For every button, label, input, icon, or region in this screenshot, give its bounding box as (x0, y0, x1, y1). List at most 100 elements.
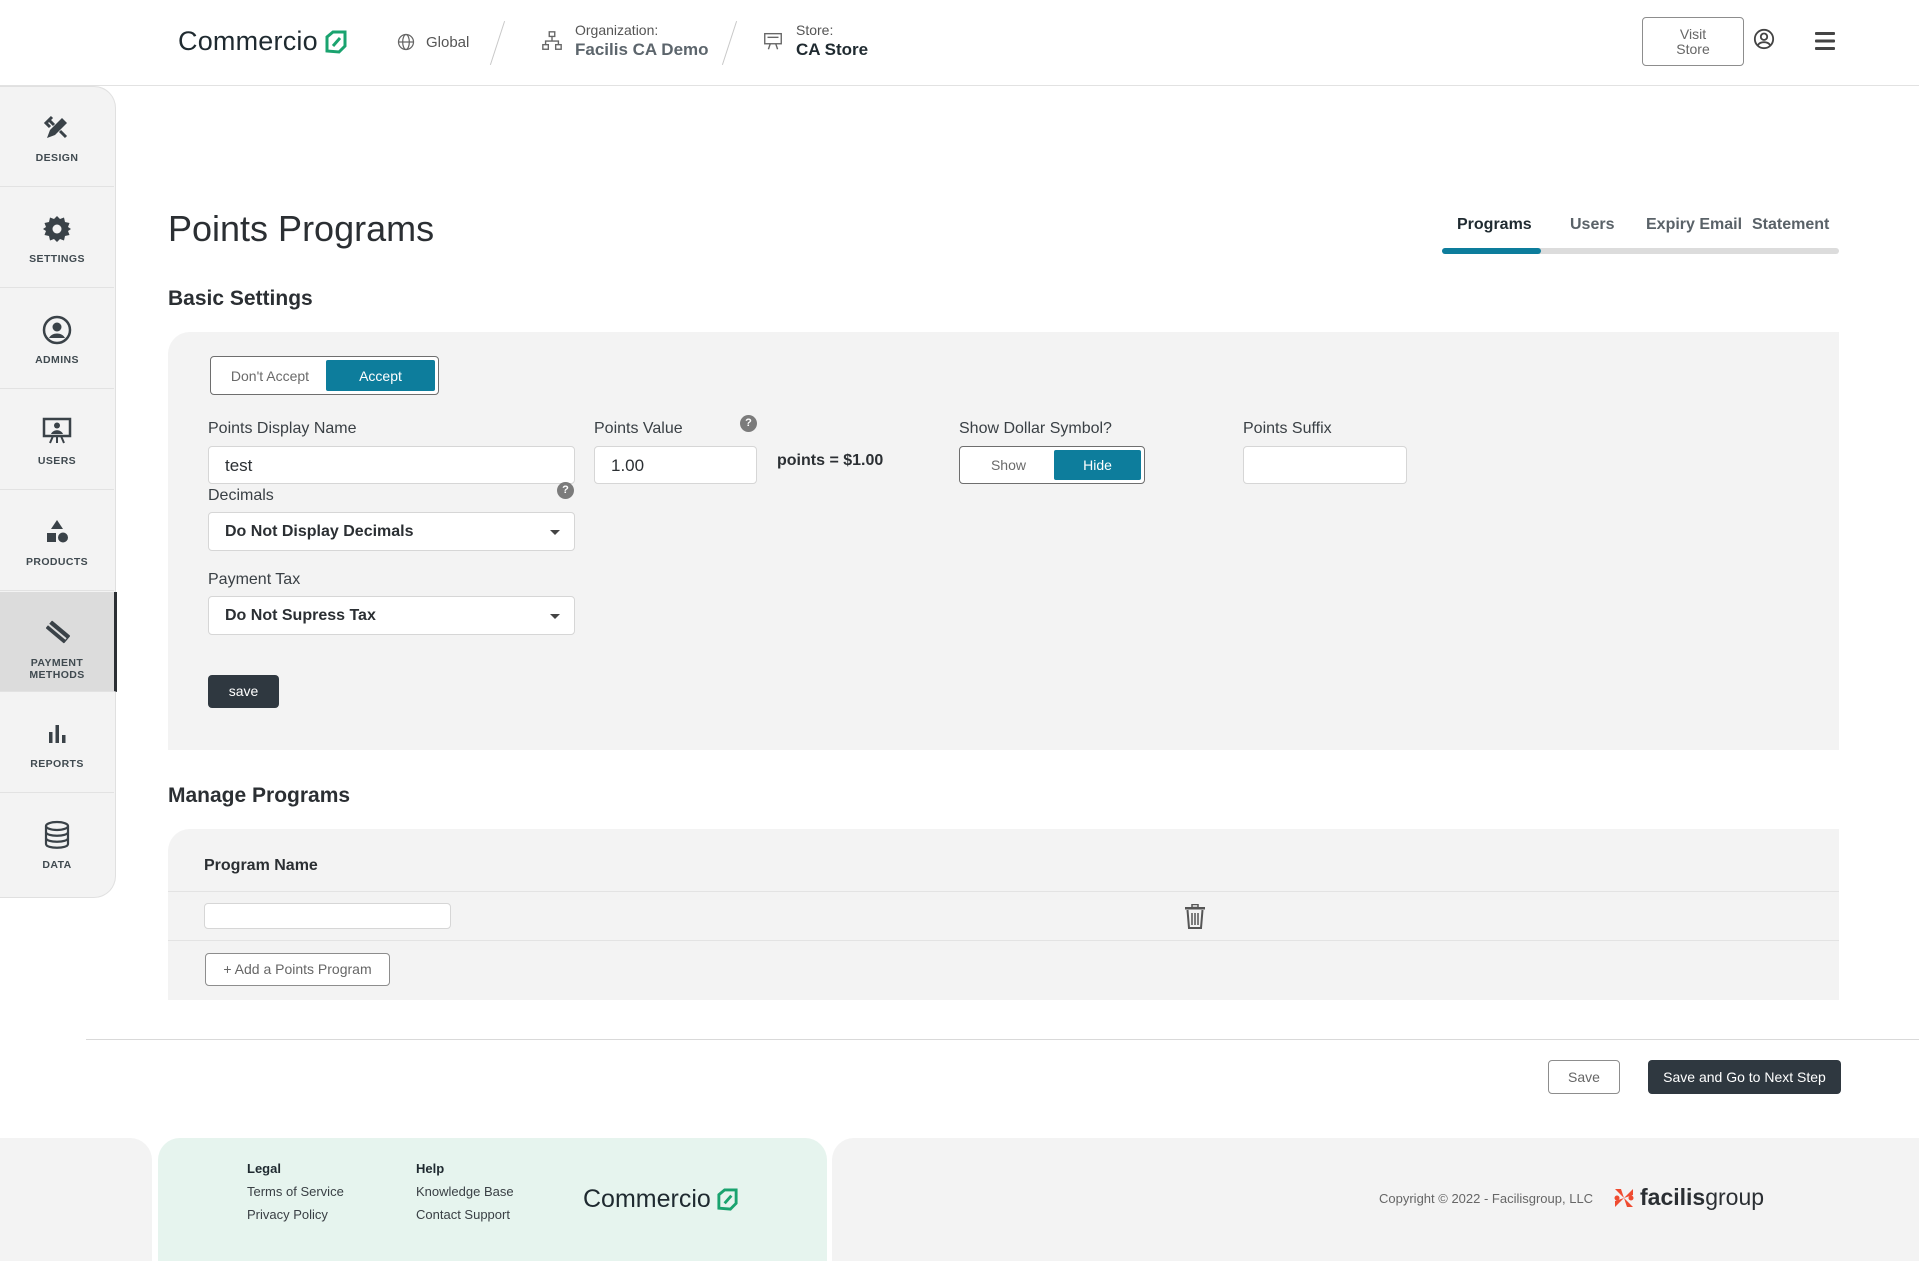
sidebar-item-payment-methods[interactable]: PAYMENT METHODS (0, 592, 117, 692)
dollar-symbol-toggle[interactable]: Show Hide (959, 446, 1145, 484)
sidebar-item-label: ADMINS (35, 354, 79, 366)
display-name-label: Points Display Name (208, 420, 357, 437)
sidebar-item-admins[interactable]: ADMINS (0, 289, 114, 389)
sidebar: DESIGN SETTINGS ADMINS USERS PRODUCTS PA… (0, 86, 117, 898)
row-divider (168, 940, 1839, 941)
show-option[interactable]: Show (963, 450, 1054, 480)
sidebar-item-label-line2: METHODS (29, 669, 85, 681)
basic-settings-heading: Basic Settings (168, 287, 313, 310)
contact-support-link[interactable]: Contact Support (416, 1203, 514, 1226)
decimals-select-value: Do Not Display Decimals (225, 523, 414, 540)
facilisgroup-mark-icon (1614, 1188, 1634, 1207)
logo-mark-icon (325, 30, 347, 54)
knowledge-base-link[interactable]: Knowledge Base (416, 1180, 514, 1203)
sidebar-item-users[interactable]: USERS (0, 390, 114, 490)
users-icon (42, 417, 72, 444)
points-conversion-text: points = $1.00 (777, 452, 884, 469)
visit-store-line1: Visit (1679, 26, 1707, 42)
payment-icon (46, 620, 70, 644)
commercio-logo[interactable]: Commercio (178, 26, 348, 57)
organization-selector[interactable]: Organization: Facilis CA Demo (541, 22, 709, 60)
program-name-input[interactable] (204, 903, 451, 929)
hide-option[interactable]: Hide (1053, 450, 1141, 480)
visit-store-line2: Store (1676, 41, 1710, 57)
sidebar-item-settings[interactable]: SETTINGS (0, 188, 114, 288)
points-value-input[interactable]: 1.00 (594, 446, 757, 484)
design-icon (43, 115, 68, 139)
decimals-label: Decimals (208, 487, 274, 504)
store-selector[interactable]: Store: CA Store (762, 22, 868, 60)
tab-active-indicator (1442, 248, 1541, 254)
payment-tax-select-value: Do Not Supress Tax (225, 607, 376, 624)
tab-users[interactable]: Users (1570, 216, 1614, 234)
dollar-symbol-label: Show Dollar Symbol? (959, 420, 1112, 437)
accept-option[interactable]: Accept (326, 360, 435, 391)
store-name: CA Store (796, 40, 869, 59)
footer-legal-heading: Legal (247, 1161, 281, 1176)
chevron-down-icon (550, 530, 560, 535)
admin-icon (42, 315, 72, 345)
payment-tax-select[interactable]: Do Not Supress Tax (208, 596, 575, 635)
store-icon (764, 32, 782, 50)
tab-expiry-email[interactable]: Expiry Email (1646, 216, 1742, 234)
sidebar-item-reports[interactable]: REPORTS (0, 693, 114, 793)
global-label: Global (426, 33, 470, 51)
facilisgroup-logo: facilis group (1612, 1184, 1764, 1211)
copyright-text: Copyright © 2022 - Facilisgroup, LLC (1379, 1191, 1594, 1206)
action-divider (86, 1039, 1919, 1040)
globe-icon (397, 33, 415, 51)
accept-toggle[interactable]: Don't Accept Accept (210, 356, 439, 395)
points-value-label: Points Value (594, 420, 683, 437)
chevron-down-icon (550, 614, 560, 619)
save-and-next-button[interactable]: Save and Go to Next Step (1648, 1060, 1841, 1094)
sidebar-item-data[interactable]: DATA (0, 794, 114, 894)
points-value-help-icon[interactable]: ? (740, 415, 757, 432)
gear-icon (43, 216, 71, 242)
organization-name: Facilis CA Demo (575, 40, 709, 59)
terms-of-service-link[interactable]: Terms of Service (247, 1180, 344, 1203)
products-icon (47, 520, 68, 543)
display-name-input[interactable]: test (208, 446, 575, 484)
footer-legal-column: Legal Terms of Service Privacy Policy (247, 1157, 344, 1226)
sidebar-item-products[interactable]: PRODUCTS (0, 491, 114, 591)
menu-icon[interactable] (1813, 29, 1837, 53)
brand-bold-text: facilis (1640, 1184, 1706, 1210)
decimals-select[interactable]: Do Not Display Decimals (208, 512, 575, 551)
brand-rest-text: group (1705, 1184, 1765, 1210)
sidebar-item-label: DESIGN (35, 152, 79, 164)
payment-tax-label: Payment Tax (208, 571, 301, 588)
decimals-help-icon[interactable]: ? (557, 482, 574, 499)
manage-programs-heading: Manage Programs (168, 784, 351, 807)
page-title: Points Programs (168, 208, 435, 249)
dont-accept-option[interactable]: Don't Accept (214, 360, 326, 391)
tab-bar: Programs Users Expiry Email Statement (1442, 212, 1839, 254)
basic-settings-save-button[interactable]: save (208, 675, 279, 708)
store-label: Store: (796, 22, 834, 38)
footer-left-block (0, 1138, 152, 1261)
sidebar-item-design[interactable]: DESIGN (0, 87, 114, 187)
account-icon[interactable] (1753, 28, 1775, 50)
footer-logo-text: Commercio (583, 1185, 711, 1213)
breadcrumb-separator (721, 20, 738, 66)
trash-icon[interactable] (1184, 904, 1206, 929)
top-bar: Commercio Global Organization: Facilis C… (0, 0, 1919, 86)
points-suffix-input[interactable] (1243, 446, 1407, 484)
breadcrumb-separator (489, 20, 506, 66)
footer-help-heading: Help (416, 1161, 445, 1176)
sidebar-item-label-line1: PAYMENT (30, 657, 84, 669)
tab-programs[interactable]: Programs (1457, 216, 1532, 234)
visit-store-button[interactable]: Visit Store (1642, 17, 1744, 66)
add-points-program-button[interactable]: + Add a Points Program (205, 953, 390, 986)
reports-icon (49, 725, 66, 743)
sidebar-item-label: PAYMENT METHODS (0, 657, 114, 681)
sidebar-item-label: PRODUCTS (25, 556, 89, 568)
privacy-policy-link[interactable]: Privacy Policy (247, 1203, 344, 1226)
logo-text: Commercio (178, 26, 318, 56)
tab-statement[interactable]: Statement (1752, 216, 1829, 234)
save-button[interactable]: Save (1548, 1060, 1620, 1094)
points-suffix-label: Points Suffix (1243, 420, 1332, 437)
database-icon (44, 820, 70, 849)
global-context[interactable]: Global (396, 32, 469, 52)
sidebar-item-label: REPORTS (30, 758, 84, 770)
sidebar-item-label: DATA (42, 859, 72, 871)
